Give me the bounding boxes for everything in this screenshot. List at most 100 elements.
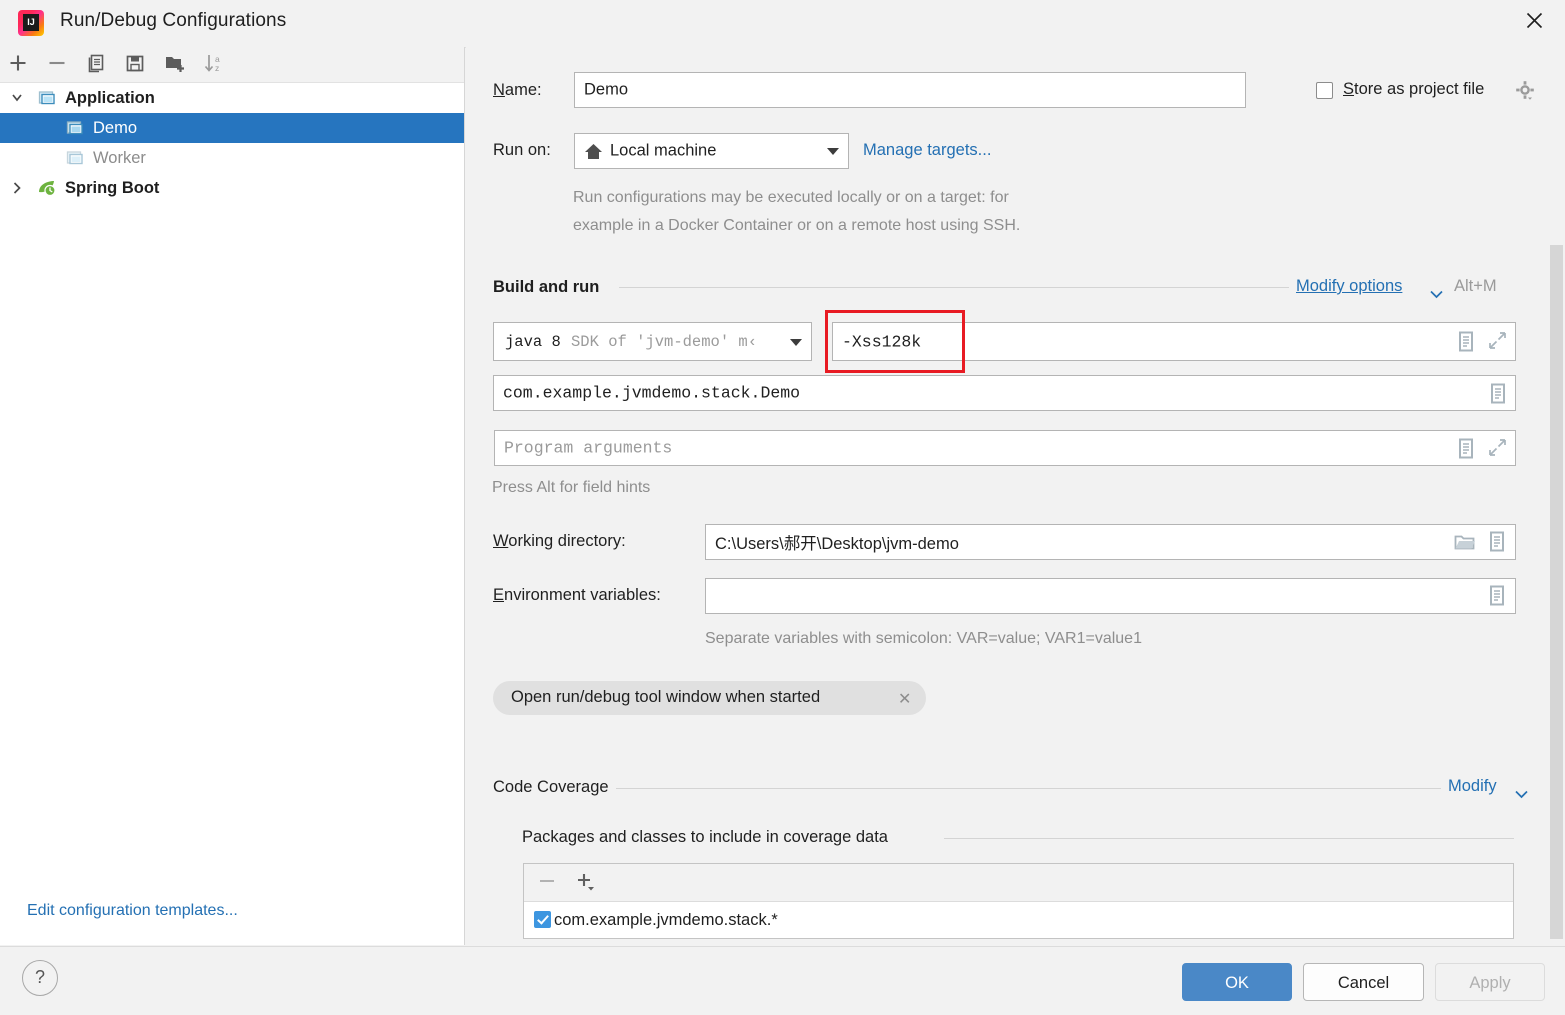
configurations-sidebar: a z Application Demo Worker Spring Boot …	[0, 47, 465, 945]
window-title: Run/Debug Configurations	[60, 10, 287, 31]
save-icon	[126, 55, 144, 72]
help-button[interactable]: ?	[22, 960, 58, 996]
browse-folder-icon[interactable]	[1454, 533, 1476, 557]
tree-item-label: Application	[65, 89, 155, 107]
tree-item-spring-boot[interactable]: Spring Boot	[0, 173, 464, 203]
main-class-value: com.example.jvmdemo.stack.Demo	[503, 383, 801, 403]
environment-variables-label: Environment variables:	[493, 586, 661, 604]
name-input-value: Demo	[584, 80, 629, 99]
run-on-description-line2: example in a Docker Container or on a re…	[573, 217, 1021, 234]
chevron-right-icon[interactable]	[10, 173, 24, 203]
new-folder-button[interactable]	[163, 52, 191, 78]
add-package-button[interactable]	[574, 870, 604, 895]
expand-editor-icon[interactable]	[1488, 331, 1507, 355]
working-directory-value: C:\Users\郝开\Desktop\jvm-demo	[715, 535, 959, 553]
store-as-project-file-checkbox[interactable]	[1316, 82, 1333, 99]
tree-item-label: Spring Boot	[65, 179, 160, 197]
apply-button[interactable]: Apply	[1435, 963, 1545, 1001]
copy-icon	[88, 54, 104, 73]
coverage-packages-box: com.example.jvmdemo.stack.*	[523, 863, 1514, 939]
coverage-package-label: com.example.jvmdemo.stack.*	[554, 911, 778, 929]
ok-button[interactable]: OK	[1182, 963, 1292, 1001]
run-on-target-dropdown[interactable]: Local machine	[574, 133, 849, 169]
name-input[interactable]: Demo	[574, 72, 1246, 108]
modify-options-shortcut: Alt+M	[1454, 277, 1497, 295]
close-icon[interactable]: ✕	[898, 689, 911, 709]
remove-configuration-button[interactable]	[46, 52, 74, 78]
section-divider	[619, 287, 1289, 288]
title-bar: Run/Debug Configurations	[0, 0, 1565, 48]
plus-icon	[10, 55, 26, 71]
minus-icon	[49, 61, 65, 65]
coverage-packages-title: Packages and classes to include in cover…	[522, 828, 888, 846]
jdk-selector-dropdown[interactable]: java 8 SDK of 'jvm-demo' m‹	[493, 322, 812, 361]
program-arguments-placeholder: Program arguments	[504, 438, 673, 458]
vm-options-value: -Xss128k	[842, 332, 922, 351]
intellij-idea-logo-icon	[18, 10, 44, 36]
coverage-package-checkbox[interactable]	[534, 911, 551, 928]
section-divider	[616, 788, 1441, 789]
sort-configurations-button[interactable]: a z	[202, 52, 230, 78]
vm-options-input[interactable]: -Xss128k	[832, 322, 1516, 361]
application-icon	[38, 83, 55, 113]
copy-configuration-button[interactable]	[85, 52, 113, 78]
close-window-button[interactable]	[1503, 0, 1565, 46]
environment-variables-input[interactable]	[705, 578, 1516, 614]
insert-macro-icon[interactable]	[1489, 383, 1507, 409]
spring-boot-icon	[36, 173, 56, 203]
main-class-input[interactable]: com.example.jvmdemo.stack.Demo	[493, 375, 1516, 411]
chevron-down-icon[interactable]	[1429, 286, 1444, 304]
coverage-packages-toolbar	[524, 864, 1513, 902]
sidebar-toolbar: a z	[0, 47, 464, 83]
run-on-description-line1: Run configurations may be executed local…	[573, 189, 1009, 206]
expand-editor-icon[interactable]	[1488, 438, 1507, 462]
save-configuration-button[interactable]	[124, 52, 152, 78]
application-icon	[66, 143, 83, 173]
configuration-form: Name: Demo Store as project file Run on:…	[466, 47, 1565, 945]
insert-macro-icon[interactable]	[1457, 438, 1475, 464]
open-tool-window-chip[interactable]: Open run/debug tool window when started …	[493, 681, 926, 715]
add-configuration-button[interactable]	[7, 52, 35, 78]
close-icon	[1526, 12, 1543, 29]
code-coverage-modify-link[interactable]: Modify	[1448, 777, 1497, 796]
field-hint-text: Press Alt for field hints	[492, 479, 651, 496]
environment-variables-hint: Separate variables with semicolon: VAR=v…	[705, 630, 1142, 647]
program-arguments-input[interactable]: Program arguments	[494, 430, 1516, 466]
chevron-down-icon[interactable]	[1514, 786, 1529, 804]
minus-icon	[540, 880, 554, 882]
configurations-tree: Application Demo Worker Spring Boot	[0, 83, 464, 203]
run-on-label: Run on:	[493, 141, 551, 159]
chevron-down-icon	[827, 148, 839, 155]
coverage-package-row[interactable]: com.example.jvmdemo.stack.*	[524, 902, 1513, 938]
form-scrollbar[interactable]	[1550, 245, 1563, 939]
store-as-project-file-label: Store as project file	[1343, 80, 1485, 98]
tree-item-demo[interactable]: Demo	[0, 113, 464, 143]
cancel-button[interactable]: Cancel	[1303, 963, 1424, 1001]
chevron-down-icon[interactable]	[10, 83, 24, 113]
insert-macro-icon[interactable]	[1457, 331, 1475, 357]
insert-macro-icon[interactable]	[1488, 531, 1506, 557]
edit-configuration-templates-link[interactable]: Edit configuration templates...	[27, 902, 238, 920]
svg-text:z: z	[215, 63, 219, 73]
section-divider	[944, 838, 1514, 839]
manage-targets-link[interactable]: Manage targets...	[863, 141, 991, 160]
sort-alphabetically-icon: a z	[204, 54, 220, 73]
chip-label: Open run/debug tool window when started	[511, 688, 821, 706]
remove-package-button[interactable]	[536, 870, 562, 895]
tree-item-label: Demo	[93, 119, 138, 137]
modify-options-link[interactable]: Modify options	[1296, 277, 1402, 296]
store-settings-gear-icon[interactable]	[1514, 79, 1536, 106]
working-directory-input[interactable]: C:\Users\郝开\Desktop\jvm-demo	[705, 524, 1516, 560]
insert-macro-icon[interactable]	[1488, 585, 1506, 611]
run-on-target-value: Local machine	[610, 141, 717, 160]
working-directory-label: Working directory:	[493, 532, 626, 550]
dialog-footer: ? OK Cancel Apply	[0, 946, 1565, 1015]
build-and-run-section-title: Build and run	[493, 278, 600, 296]
tree-item-application[interactable]: Application	[0, 83, 464, 113]
run-debug-configurations-dialog: Run/Debug Configurations	[0, 0, 1565, 1015]
code-coverage-section-title: Code Coverage	[493, 778, 609, 796]
tree-item-worker[interactable]: Worker	[0, 143, 464, 173]
home-icon	[584, 142, 603, 166]
application-icon	[66, 113, 83, 143]
name-label: Name:	[493, 81, 542, 99]
